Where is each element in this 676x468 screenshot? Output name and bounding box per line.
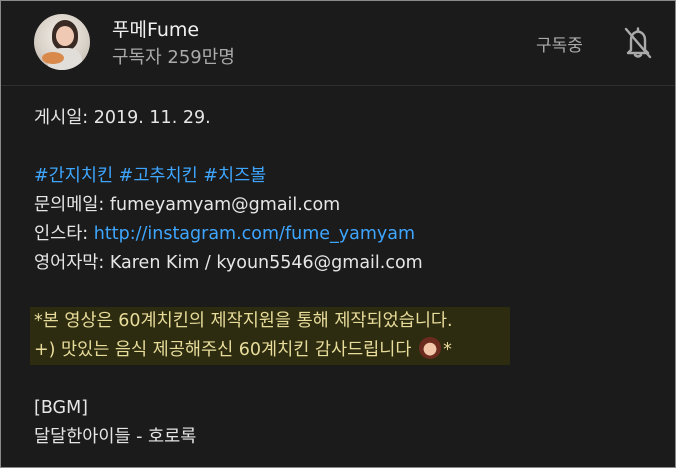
bgm-track: 달달한아이들 - 호로록	[34, 427, 197, 447]
email-text: fumeyamyam@gmail.com	[109, 195, 341, 215]
subscribed-button[interactable]: 구독중	[536, 31, 583, 56]
subtitle-credit-row: 영어자막: Karen Kim / kyoun5546@gmail.com	[34, 253, 423, 273]
bgm-label: [BGM]	[34, 398, 89, 418]
video-description-panel: 푸메Fume 구독자 259만명 구독중 게시일: 2019. 11. 29. …	[0, 0, 676, 468]
hashtag-link[interactable]: #치즈볼	[203, 166, 266, 186]
hashtag-row: #간지치킨 #고추치킨 #치즈볼	[34, 162, 654, 191]
sponsor-line-2: +) 맛있는 음식 제공해주신 60계치킨 감사드립니다 *	[34, 336, 510, 365]
subscriber-count: 구독자 259만명	[112, 47, 235, 68]
description-body: 게시일: 2019. 11. 29. #간지치킨 #고추치킨 #치즈볼 문의메일…	[30, 104, 654, 452]
sponsor-highlight: *본 영상은 60계치킨의 제작지원을 통해 제작되었습니다. +) 맛있는 음…	[30, 307, 510, 365]
instagram-link[interactable]: http://instagram.com/fume_yamyam	[94, 224, 415, 244]
channel-header: 푸메Fume 구독자 259만명 구독중	[1, 1, 675, 86]
channel-name[interactable]: 푸메Fume	[112, 15, 199, 42]
hashtag-link[interactable]: #간지치킨	[34, 166, 113, 186]
publish-date: 게시일: 2019. 11. 29.	[34, 108, 211, 128]
channel-avatar[interactable]	[34, 14, 90, 70]
face-emoji-icon	[419, 337, 442, 359]
bell-off-icon[interactable]	[621, 24, 655, 62]
sponsor-line-1: *본 영상은 60계치킨의 제작지원을 통해 제작되었습니다.	[34, 311, 453, 331]
instagram-row: 인스타: http://instagram.com/fume_yamyam	[34, 224, 416, 244]
email-row: 문의메일: fumeyamyam@gmail.com	[34, 195, 341, 215]
hashtag-link[interactable]: #고추치킨	[119, 166, 198, 186]
